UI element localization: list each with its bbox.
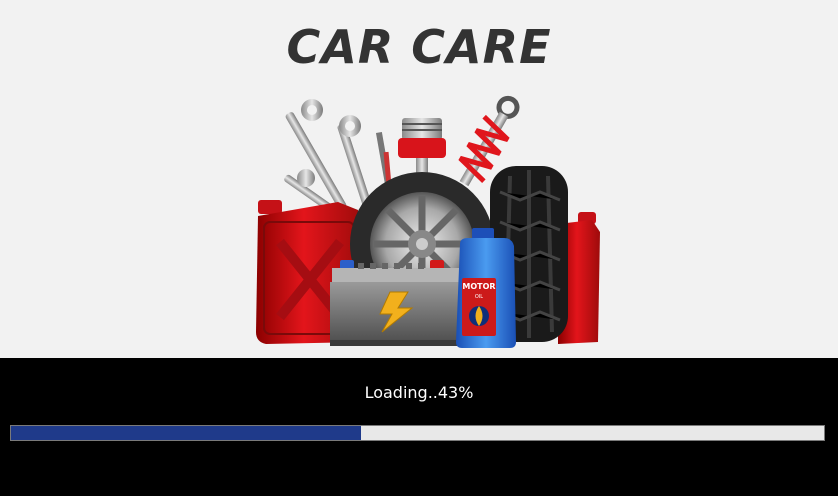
car-care-illustration: MOTOR OIL (256, 95, 600, 348)
splash-window: CAR CARE MOTOR OIL Loading..43% (0, 0, 838, 496)
splash-top-panel: CAR CARE MOTOR OIL (0, 0, 838, 358)
logo-title: CAR CARE (286, 20, 552, 74)
piston-icon (398, 118, 446, 180)
car-battery-icon (330, 260, 462, 346)
loading-progress-bar (10, 425, 825, 441)
motor-oil-bottle-icon: MOTOR OIL (456, 228, 516, 348)
loading-progress-fill (11, 426, 361, 440)
oil-label-top: MOTOR (462, 282, 495, 291)
oil-label-bottom: OIL (475, 294, 483, 300)
loading-status-text: Loading..43% (364, 383, 474, 402)
